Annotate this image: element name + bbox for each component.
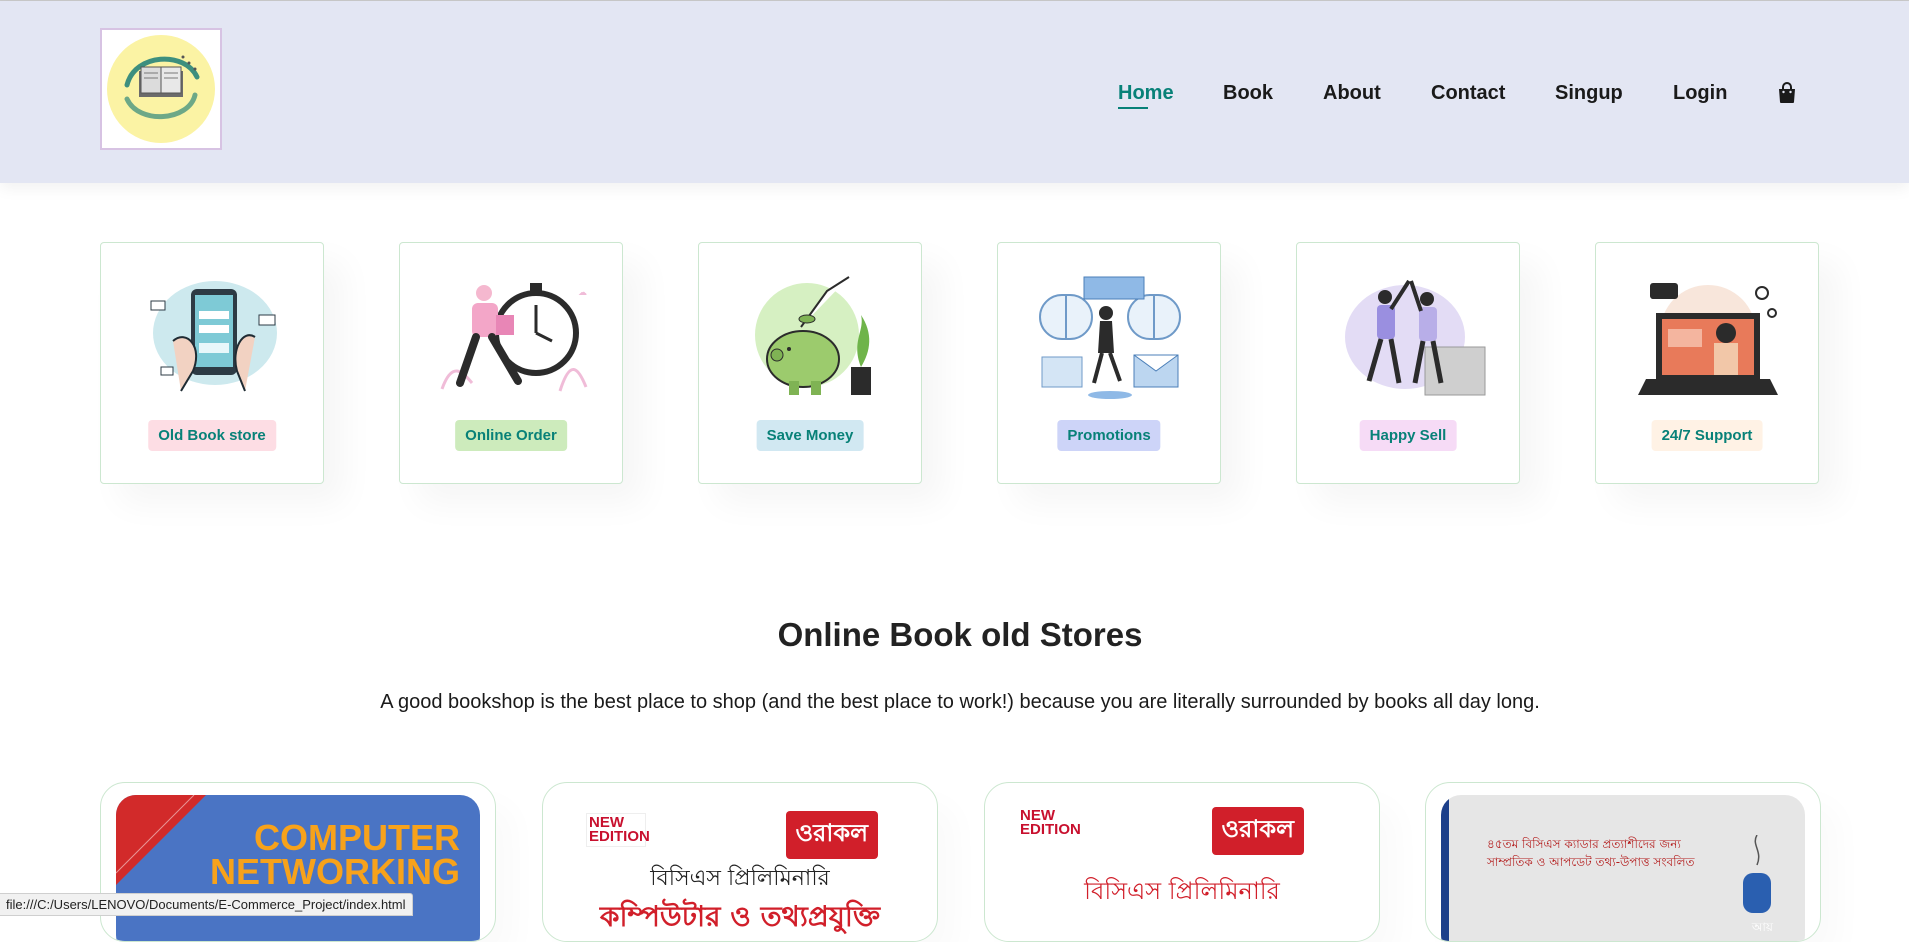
new-edition-badge: NEW EDITION [586,813,650,847]
nav-book[interactable]: Book [1223,81,1273,105]
section-description: A good bookshop is the best place to sho… [380,691,1540,713]
cover-title: কম্পিউটার ও তথ্যপ্রযুক্তি [599,900,881,933]
nav-active-underline [1118,107,1148,109]
feature-label: Happy Sell [1359,420,1457,451]
feature-label: 24/7 Support [1651,420,1763,451]
feature-support[interactable]: 24/7 Support [1595,242,1819,484]
book-cover-image: NEW EDITION ওরাকল বিসিএস প্রিলিমিনারি কম… [558,795,922,941]
site-header: Home Book About Contact Singup Login [0,1,1909,183]
mobile-payment-icon [150,281,277,392]
nav-contact[interactable]: Contact [1431,81,1505,105]
feature-label: Promotions [1057,420,1161,451]
product-card[interactable]: ৪৫তম বিসিএস ক্যাডার প্রত্যাশীদের জন্য সা… [1425,782,1821,942]
cover-subtitle: বিসিএস প্রিলিমিনারি [1084,877,1280,905]
feature-old-book-store[interactable]: Old Book store [100,242,324,484]
publisher-brand: ওরাকল [785,811,878,859]
nav-home[interactable]: Home [1118,81,1174,105]
product-card[interactable]: NEW EDITION ওরাকল বিসিএস প্রিলিমিনারি কম… [542,782,938,942]
nav-about[interactable]: About [1323,81,1381,105]
svg-text:☁: ☁ [578,287,587,297]
feature-promotions[interactable]: Promotions [997,242,1221,484]
feature-label: Save Money [756,420,864,451]
support-laptop-icon [1638,283,1778,395]
cart-button[interactable] [1777,82,1797,104]
feature-label: Old Book store [148,420,276,451]
cover-spine [1441,795,1449,941]
cover-subtitle: বিসিএস প্রিলিমিনারি [650,866,830,891]
book-cover-image: ৪৫তম বিসিএস ক্যাডার প্রত্যাশীদের জন্য সা… [1441,795,1805,941]
book-logo-icon [107,35,215,143]
stopwatch-delivery-icon: ☁ [440,283,588,392]
nav-signup[interactable]: Singup [1555,81,1623,105]
publisher-brand: ওরাকল [1211,807,1304,855]
feature-happy-sell[interactable]: Happy Sell [1296,242,1520,484]
feature-label: Online Order [455,420,567,451]
feature-save-money[interactable]: Save Money [698,242,922,484]
high-five-icon [1345,279,1486,396]
browser-status-bar: file:///C:/Users/LENOVO/Documents/E-Comm… [0,893,413,916]
price-tag-icon [1743,835,1771,913]
cover-tag-text: আয় [1751,920,1773,934]
book-cover-image: NEW EDITION ওরাকল বিসিএস প্রিলিমিনারি [1000,795,1364,941]
cover-text: ৪৫তম বিসিএস ক্যাডার প্রত্যাশীদের জন্য সা… [1487,837,1695,869]
shopping-bag-icon [1779,82,1795,103]
book-cover-image: COMPUTER NETWORKING [116,795,480,941]
promotion-icon [1039,276,1181,399]
site-logo[interactable] [100,28,222,150]
nav-login[interactable]: Login [1673,81,1727,105]
product-card[interactable]: COMPUTER NETWORKING [100,782,496,942]
cover-title: COMPUTER NETWORKING [210,817,460,892]
product-card[interactable]: NEW EDITION ওরাকল বিসিএস প্রিলিমিনারি [984,782,1380,942]
new-edition-badge: NEW EDITION [1020,807,1081,838]
feature-online-order[interactable]: ☁ Online Order [399,242,623,484]
section-title: Online Book old Stores [777,616,1143,653]
piggy-bank-icon [755,276,871,395]
